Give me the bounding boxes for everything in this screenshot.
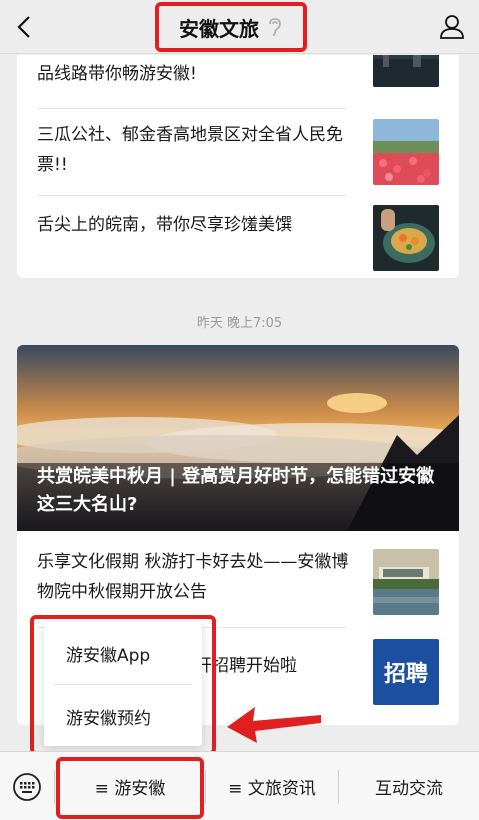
- article-thumbnail: [373, 119, 439, 185]
- message-timestamp: 昨天 晚上7:05: [196, 316, 283, 331]
- account-title: 安徽文旅: [155, 2, 307, 52]
- article-thumbnail: [373, 549, 439, 615]
- list-item[interactable]: 舌尖上的皖南，带你尽享珍馐美馔: [37, 195, 439, 278]
- list-item[interactable]: 乐享文化假期 秋游打卡好去处——安徽博物院中秋假期开放公告: [37, 531, 439, 627]
- article-card: 品线路带你畅游安徽! 三瓜公社、郁金香高地景区对全省人民免票!! 舌尖上的皖南，…: [17, 55, 459, 278]
- article-title: 乐享文化假期 秋游打卡好去处——安徽博物院中秋假期开放公告: [37, 552, 349, 602]
- person-icon[interactable]: [437, 12, 467, 42]
- page-title: 安徽文旅: [179, 16, 259, 41]
- hero-title: 共赏皖美中秋月 | 登高赏月好时节，怎能错过安徽这三大名山?: [37, 466, 435, 515]
- article-thumbnail: 招聘: [373, 639, 439, 705]
- highlight-box: [30, 615, 216, 755]
- ear-icon: [269, 18, 281, 36]
- highlight-box: [56, 757, 204, 819]
- recruit-badge: 招聘: [383, 662, 428, 687]
- featured-article[interactable]: 共赏皖美中秋月 | 登高赏月好时节，怎能错过安徽这三大名山?: [17, 345, 459, 531]
- article-title: 舌尖上的皖南，带你尽享珍馐美馔: [37, 215, 292, 235]
- tab-interaction[interactable]: 互动交流: [339, 752, 479, 820]
- list-item[interactable]: 三瓜公社、郁金香高地景区对全省人民免票!!: [37, 108, 439, 196]
- tab-culture-news[interactable]: ≡ 文旅资讯: [206, 752, 338, 820]
- chevron-left-icon[interactable]: [10, 12, 40, 42]
- article-title: 三瓜公社、郁金香高地景区对全省人民免票!!: [37, 125, 343, 175]
- keyboard-icon[interactable]: [12, 772, 42, 802]
- arrow-left-icon: [227, 707, 321, 743]
- list-item[interactable]: 品线路带你畅游安徽!: [37, 55, 439, 97]
- article-title: 品线路带你畅游安徽!: [37, 64, 197, 84]
- article-thumbnail: [373, 55, 439, 87]
- top-nav-bar: 安徽文旅: [0, 0, 479, 54]
- article-thumbnail: [373, 205, 439, 271]
